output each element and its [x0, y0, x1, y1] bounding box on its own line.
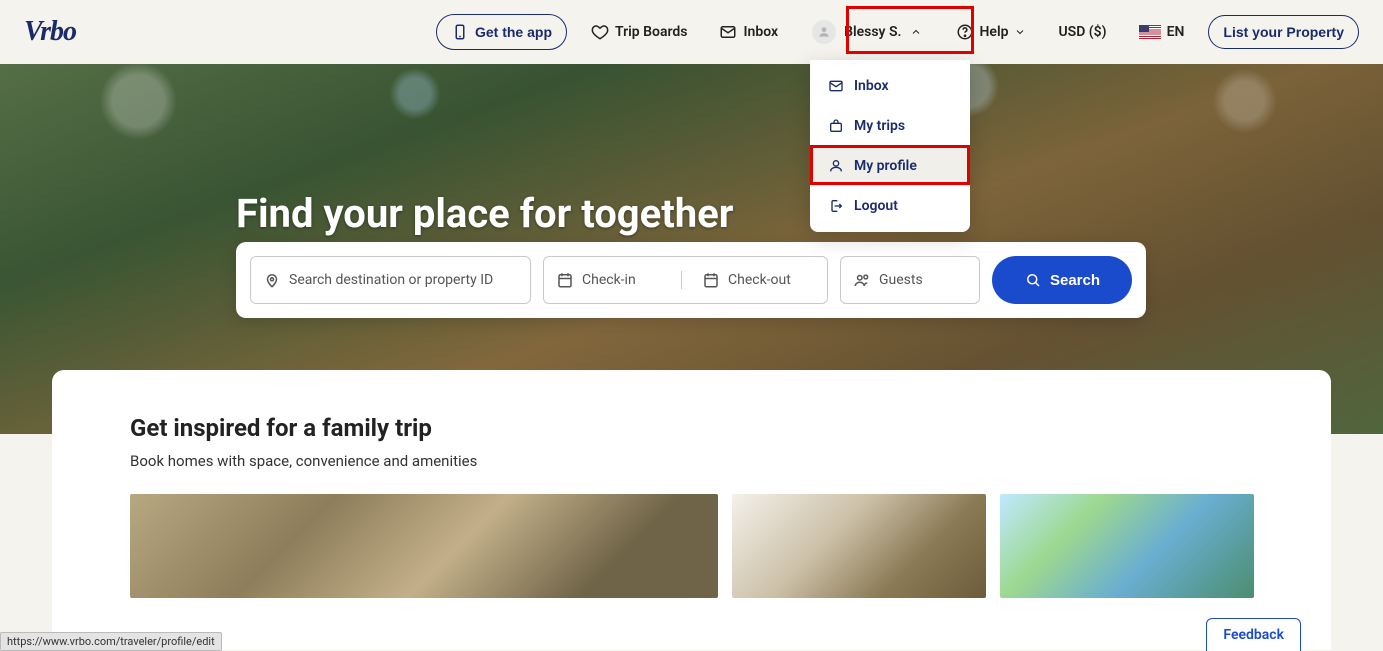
inspiration-section: Get inspired for a family trip Book home…: [52, 370, 1331, 650]
help-icon: [956, 23, 974, 41]
inbox-label: Inbox: [743, 24, 778, 40]
trip-boards-label: Trip Boards: [615, 24, 687, 40]
checkout-input[interactable]: Check-out: [690, 271, 827, 289]
hero-headline: Find your place for together: [236, 190, 733, 237]
checkout-placeholder: Check-out: [728, 272, 791, 288]
destination-placeholder: Search destination or property ID: [289, 272, 493, 288]
list-your-property-label: List your Property: [1223, 24, 1344, 40]
language-label: EN: [1167, 24, 1185, 40]
site-header: Vrbo Get the app Trip Boards Inbox Bless…: [0, 0, 1383, 64]
user-dropdown: Inbox My trips My profile Logout: [810, 60, 970, 232]
get-the-app-button[interactable]: Get the app: [436, 14, 567, 50]
logout-icon: [828, 198, 844, 214]
calendar-icon: [556, 271, 574, 289]
guests-input[interactable]: Guests: [840, 256, 980, 304]
currency-label: USD ($): [1058, 24, 1106, 40]
currency-selector[interactable]: USD ($): [1050, 18, 1114, 46]
checkin-input[interactable]: Check-in: [544, 271, 682, 289]
get-the-app-label: Get the app: [475, 24, 552, 40]
search-icon: [1024, 271, 1042, 289]
inspiration-tile[interactable]: [130, 494, 718, 598]
user-menu-my-profile[interactable]: My profile: [810, 146, 970, 186]
guests-placeholder: Guests: [879, 272, 923, 288]
search-bar: Search destination or property ID Check-…: [236, 242, 1146, 318]
chevron-up-icon: [910, 26, 922, 38]
user-menu-item-label: Logout: [854, 198, 898, 214]
inspiration-tile[interactable]: [1000, 494, 1254, 598]
chevron-down-icon: [1014, 26, 1026, 38]
us-flag-icon: [1139, 25, 1161, 39]
help-label: Help: [980, 24, 1009, 40]
user-menu-my-trips[interactable]: My trips: [810, 106, 970, 146]
pin-icon: [263, 271, 281, 289]
list-your-property-button[interactable]: List your Property: [1208, 15, 1359, 49]
inspiration-subtitle: Book homes with space, convenience and a…: [130, 452, 1253, 470]
inspiration-tiles: [130, 494, 1253, 598]
language-selector[interactable]: EN: [1131, 18, 1193, 46]
inspiration-tile[interactable]: [732, 494, 986, 598]
user-menu-item-label: My trips: [854, 118, 905, 134]
user-menu-item-label: My profile: [854, 158, 917, 174]
help-link[interactable]: Help: [948, 17, 1035, 47]
user-menu-logout[interactable]: Logout: [810, 186, 970, 226]
user-menu-item-label: Inbox: [854, 78, 889, 94]
people-icon: [853, 271, 871, 289]
search-button-label: Search: [1050, 272, 1100, 289]
person-icon: [828, 158, 844, 174]
trip-boards-link[interactable]: Trip Boards: [583, 17, 695, 47]
header-nav: Get the app Trip Boards Inbox Blessy S.: [436, 14, 1359, 50]
date-range-input: Check-in Check-out: [543, 256, 828, 304]
suitcase-icon: [828, 118, 844, 134]
user-menu-inbox[interactable]: Inbox: [810, 66, 970, 106]
phone-icon: [451, 23, 469, 41]
checkin-placeholder: Check-in: [582, 272, 636, 288]
inbox-link[interactable]: Inbox: [711, 17, 786, 47]
search-button[interactable]: Search: [992, 256, 1132, 304]
destination-input[interactable]: Search destination or property ID: [250, 256, 531, 304]
feedback-button[interactable]: Feedback: [1206, 618, 1301, 651]
browser-status-url: https://www.vrbo.com/traveler/profile/ed…: [0, 632, 222, 651]
calendar-icon: [702, 271, 720, 289]
vrbo-logo[interactable]: Vrbo: [24, 16, 76, 48]
user-name: Blessy S.: [844, 24, 901, 40]
envelope-icon: [828, 78, 844, 94]
avatar-icon: [812, 20, 836, 44]
inspiration-title: Get inspired for a family trip: [130, 414, 1253, 442]
heart-icon: [591, 23, 609, 41]
envelope-icon: [719, 23, 737, 41]
user-menu-trigger[interactable]: Blessy S.: [802, 16, 931, 48]
